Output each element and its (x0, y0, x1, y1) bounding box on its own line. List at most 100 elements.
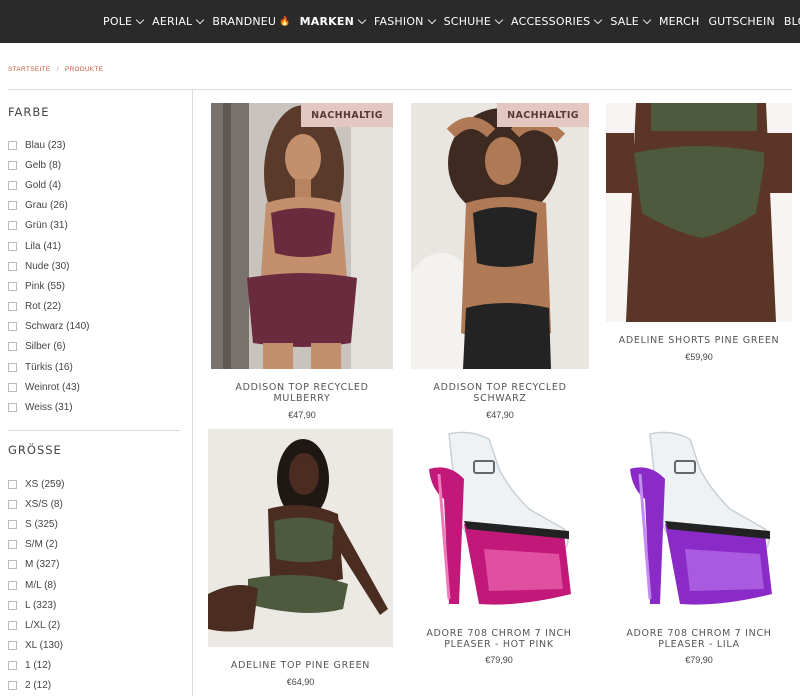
nav-label: ACCESSORIES (511, 15, 591, 28)
filter-option-label: Blau (23) (25, 139, 66, 151)
checkbox[interactable] (8, 302, 17, 312)
product-image[interactable]: NACHHALTIG (411, 103, 589, 369)
filter-option-label: Nude (30) (25, 260, 70, 272)
product-name[interactable]: ADDISON TOP RECYCLED MULBERRY (211, 382, 393, 404)
size-filter-option[interactable]: XS/S (8) (8, 494, 64, 514)
color-filter-option[interactable]: Lila (41) (8, 236, 89, 256)
checkbox[interactable] (8, 519, 17, 529)
nav-item-fashion[interactable]: FASHION (373, 15, 436, 28)
size-filter-option[interactable]: 1 (12) (8, 656, 64, 676)
product-price: €79,90 (485, 655, 513, 665)
checkbox[interactable] (8, 479, 17, 489)
color-filter-option[interactable]: Weinrot (43) (8, 377, 89, 397)
breadcrumb-current[interactable]: PRODUKTE (65, 66, 104, 73)
checkbox[interactable] (8, 403, 17, 413)
product-image[interactable]: NACHHALTIG (211, 103, 393, 369)
checkbox[interactable] (8, 241, 17, 251)
checkbox[interactable] (8, 281, 17, 291)
color-filter-option[interactable]: Blau (23) (8, 135, 89, 155)
filter-option-label: 1 (12) (25, 660, 52, 672)
product-image[interactable] (208, 429, 393, 647)
nav-item-merch[interactable]: MERCH (659, 15, 700, 28)
color-filter-option[interactable]: Grau (26) (8, 196, 89, 216)
nav-item-accessories[interactable]: ACCESSORIES (511, 15, 603, 28)
product-card: ADELINE TOP PINE GREEN €64,90 (208, 429, 393, 687)
checkbox[interactable] (8, 180, 17, 190)
size-filter-option[interactable]: XS (259) (8, 474, 64, 494)
checkbox[interactable] (8, 261, 17, 271)
checkbox[interactable] (8, 600, 17, 610)
nav-label: SALE (610, 15, 639, 28)
nav-item-brandneu[interactable]: BRANDNEU 🔥 (212, 15, 290, 28)
nav-item-marken[interactable]: MARKEN (300, 15, 367, 28)
color-filter-option[interactable]: Silber (6) (8, 337, 89, 357)
product-name[interactable]: ADELINE SHORTS PINE GREEN (606, 335, 792, 346)
size-filter-option[interactable]: S (325) (8, 514, 64, 534)
checkbox[interactable] (8, 382, 17, 392)
size-filter-option[interactable]: M/L (8) (8, 575, 64, 595)
checkbox[interactable] (8, 499, 17, 509)
breadcrumb-home-link[interactable]: STARTSEITE (8, 66, 51, 73)
size-filter-option[interactable]: M (327) (8, 555, 64, 575)
color-filter-option[interactable]: Nude (30) (8, 256, 89, 276)
product-image[interactable] (409, 429, 589, 619)
checkbox[interactable] (8, 322, 17, 332)
nav-label: AERIAL (152, 15, 193, 28)
checkbox[interactable] (8, 221, 17, 231)
product-name[interactable]: ADORE 708 CHROM 7 INCH PLEASER - LILA (606, 628, 792, 650)
nav-item-sale[interactable]: SALE (610, 15, 652, 28)
product-card: NACHHALTIG ADDISON TOP RECYCLED MULBERRY… (211, 103, 393, 420)
checkbox[interactable] (8, 641, 17, 651)
filter-option-label: Gold (4) (25, 179, 62, 191)
size-filter-option[interactable]: L/XL (2) (8, 615, 64, 635)
nav-item-schuhe[interactable]: SCHUHE (443, 15, 504, 28)
color-filter-option[interactable]: Weiss (31) (8, 397, 89, 417)
product-name[interactable]: ADELINE TOP PINE GREEN (208, 660, 393, 671)
size-filter-option[interactable]: XL (130) (8, 636, 64, 656)
product-image[interactable] (606, 429, 792, 619)
size-filter-option[interactable]: 2 (12) (8, 676, 64, 696)
checkbox[interactable] (8, 362, 17, 372)
checkbox[interactable] (8, 560, 17, 570)
checkbox[interactable] (8, 140, 17, 150)
nav-item-aerial[interactable]: AERIAL (152, 15, 205, 28)
color-filter-option[interactable]: Grün (31) (8, 216, 89, 236)
checkbox[interactable] (8, 580, 17, 590)
chevron-down-icon (594, 15, 603, 24)
model-mulberry-bikini-image (211, 103, 393, 369)
nav-label: SCHUHE (443, 15, 492, 28)
checkbox[interactable] (8, 342, 17, 352)
product-card: ADORE 708 CHROM 7 INCH PLEASER - HOT PIN… (409, 429, 589, 665)
model-green-set-image (208, 429, 393, 647)
size-filter-option[interactable]: S/M (2) (8, 535, 64, 555)
product-name[interactable]: ADORE 708 CHROM 7 INCH PLEASER - HOT PIN… (409, 628, 589, 650)
filter-option-label: S/M (2) (25, 539, 58, 551)
color-filter-option[interactable]: Pink (55) (8, 276, 89, 296)
nav-item-pole[interactable]: POLE (103, 15, 145, 28)
filter-option-label: Silber (6) (25, 341, 66, 353)
checkbox[interactable] (8, 160, 17, 170)
chevron-down-icon (135, 15, 145, 24)
nav-label: BRANDNEU (212, 15, 277, 28)
color-filter-option[interactable]: Gold (4) (8, 175, 89, 195)
size-filter-option[interactable]: L (323) (8, 595, 64, 615)
color-filter-option[interactable]: Rot (22) (8, 297, 89, 317)
filter-title-groesse: GRÖSSE (8, 443, 62, 457)
divider (8, 430, 180, 431)
nav-item-gutschein[interactable]: GUTSCHEIN (708, 15, 774, 28)
product-image[interactable] (606, 103, 792, 322)
checkbox[interactable] (8, 201, 17, 211)
color-filter-option[interactable]: Schwarz (140) (8, 317, 89, 337)
product-name[interactable]: ADDISON TOP RECYCLED SCHWARZ (411, 382, 589, 404)
checkbox[interactable] (8, 620, 17, 630)
color-filter-option[interactable]: Gelb (8) (8, 155, 89, 175)
nav-label: FASHION (373, 15, 424, 28)
checkbox[interactable] (8, 661, 17, 671)
color-filter-option[interactable]: Türkis (16) (8, 357, 89, 377)
checkbox[interactable] (8, 540, 17, 550)
filter-option-label: Schwarz (140) (25, 321, 90, 333)
model-black-bikini-image (411, 103, 589, 369)
nav-item-blog[interactable]: BLOG (784, 15, 800, 28)
product-price: €79,90 (685, 655, 713, 665)
checkbox[interactable] (8, 681, 17, 691)
